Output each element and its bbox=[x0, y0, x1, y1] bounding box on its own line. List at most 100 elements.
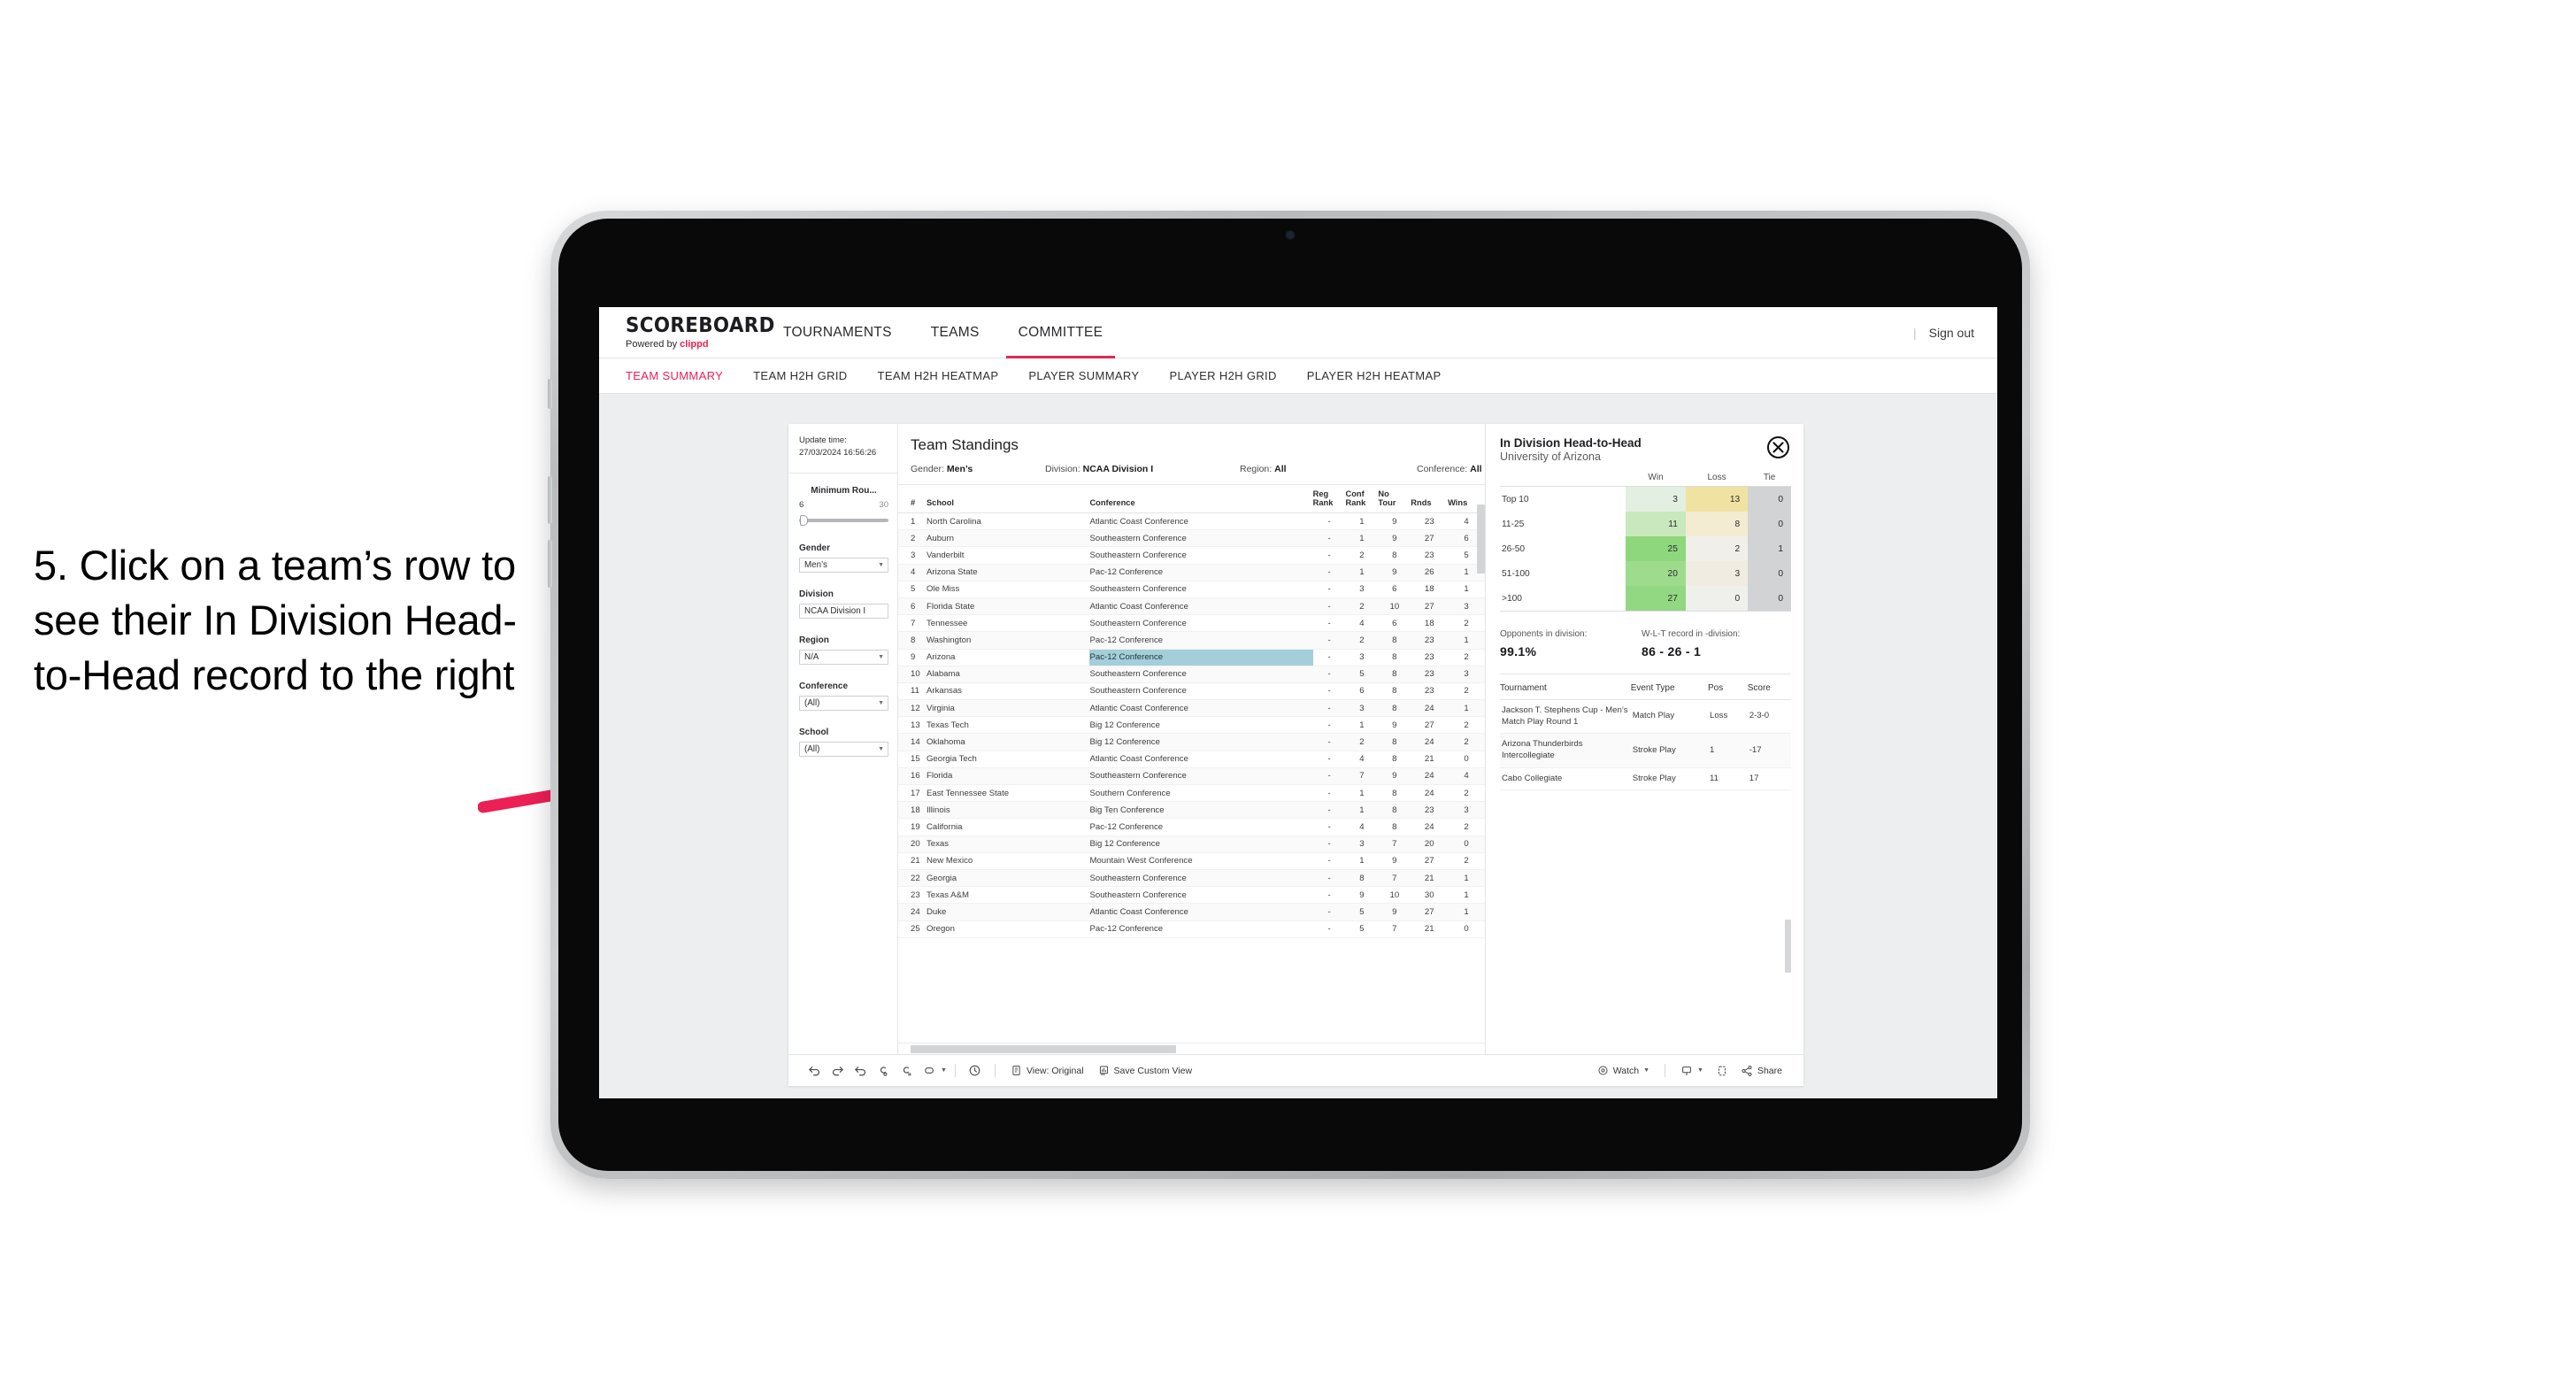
primary-nav: TOURNAMENTS TEAMS COMMITTEE bbox=[764, 307, 1122, 358]
device-layout-icon[interactable] bbox=[918, 1059, 941, 1082]
division-select[interactable]: NCAA Division I bbox=[799, 603, 888, 619]
refresh-icon[interactable] bbox=[872, 1059, 895, 1082]
nav-teams[interactable]: TEAMS bbox=[911, 307, 999, 358]
cell-no-tour: 8 bbox=[1378, 631, 1411, 650]
min-rounds-slider[interactable] bbox=[799, 514, 888, 527]
tab-player-h2h-grid[interactable]: PLAYER H2H GRID bbox=[1169, 369, 1276, 382]
tournament-row[interactable]: Jackson T. Stephens Cup - Men’s Match Pl… bbox=[1500, 699, 1791, 735]
table-row[interactable]: 25 Oregon Pac-12 Conference -5 7 21 0 bbox=[898, 920, 1485, 938]
table-row[interactable]: 8 Washington Pac-12 Conference -2 8 23 1 bbox=[898, 631, 1485, 650]
table-row[interactable]: 6 Florida State Atlantic Coast Conference -… bbox=[898, 597, 1485, 616]
pause-icon[interactable] bbox=[895, 1059, 918, 1082]
table-row[interactable]: 4 Arizona State Pac-12 Conference -1 9 26 1 bbox=[898, 564, 1485, 581]
th-reg-rank[interactable]: Reg Rank bbox=[1312, 485, 1346, 513]
cell-reg-rank: - bbox=[1312, 886, 1346, 905]
gender-select[interactable]: Men’s ▼ bbox=[799, 557, 888, 573]
cell-rank: 7 bbox=[898, 614, 927, 633]
th-school[interactable]: School bbox=[926, 485, 1090, 513]
watch-button[interactable]: Watch ▼ bbox=[1590, 1065, 1657, 1076]
app-logo[interactable]: SCOREBOARD Powered by clippd bbox=[599, 315, 774, 350]
share-button[interactable]: Share bbox=[1734, 1065, 1789, 1077]
h2h-panel: In Division Head-to-Head University of A… bbox=[1485, 424, 1803, 1054]
cell-school: Illinois bbox=[926, 801, 1090, 820]
th-tournament[interactable]: Tournament bbox=[1500, 683, 1631, 700]
th-conf-rank[interactable]: Conf Rank bbox=[1345, 485, 1379, 513]
region-select[interactable]: N/A ▼ bbox=[799, 649, 888, 665]
th-no-tour[interactable]: No Tour bbox=[1378, 485, 1411, 513]
cell-conf-rank: 8 bbox=[1345, 869, 1379, 888]
slider-handle[interactable] bbox=[800, 514, 808, 526]
h2h-th-tie: Tie bbox=[1748, 473, 1791, 487]
table-row[interactable]: 21 New Mexico Mountain West Conference -1 9 2… bbox=[898, 852, 1485, 870]
table-row[interactable]: 22 Georgia Southeastern Conference -8 7 21 1 bbox=[898, 869, 1485, 888]
undo-icon[interactable] bbox=[803, 1059, 826, 1082]
table-row[interactable]: 17 East Tennessee State Southern Conferenc… bbox=[898, 784, 1485, 803]
table-row[interactable]: 5 Ole Miss Southeastern Conference -3 6 18 1 bbox=[898, 581, 1485, 598]
table-row[interactable]: 16 Florida Southeastern Conference -7 9 24 4 bbox=[898, 767, 1485, 786]
sign-out-link[interactable]: Sign out bbox=[1929, 326, 1974, 340]
table-row[interactable]: 12 Virginia Atlantic Coast Conference -3 8 24… bbox=[898, 699, 1485, 718]
table-row[interactable]: 13 Texas Tech Big 12 Conference -1 9 27 2 bbox=[898, 716, 1485, 735]
th-score[interactable]: Score bbox=[1747, 683, 1791, 700]
filter-conference: Conference (All) ▼ bbox=[799, 681, 888, 711]
cell-rank: 25 bbox=[898, 920, 927, 938]
th-pos[interactable]: Pos bbox=[1707, 683, 1748, 700]
standings-body: 1 North Carolina Atlantic Coast Conference… bbox=[898, 512, 1485, 938]
cell-reg-rank: - bbox=[1312, 581, 1346, 598]
cell-conference: Southeastern Conference bbox=[1089, 767, 1313, 786]
table-row[interactable]: 23 Texas A&M Southeastern Conference -9 10 30… bbox=[898, 886, 1485, 905]
tab-player-summary[interactable]: PLAYER SUMMARY bbox=[1028, 369, 1139, 382]
tournaments-scrollbar[interactable] bbox=[1785, 920, 1791, 973]
tournament-row[interactable]: Arizona Thunderbirds Intercollegiate Stro… bbox=[1500, 733, 1791, 768]
cell-school: Arkansas bbox=[926, 682, 1090, 701]
tab-team-h2h-grid[interactable]: TEAM H2H GRID bbox=[753, 369, 847, 382]
cell-school: Florida State bbox=[926, 597, 1090, 616]
nav-tournaments[interactable]: TOURNAMENTS bbox=[764, 307, 911, 358]
table-horizontal-scroll-track[interactable] bbox=[898, 1043, 1485, 1054]
school-value: (All) bbox=[804, 743, 820, 754]
table-row[interactable]: 19 California Pac-12 Conference -4 8 24 2 bbox=[898, 818, 1485, 836]
redo-icon[interactable] bbox=[826, 1059, 849, 1082]
table-row[interactable]: 3 Vanderbilt Southeastern Conference -2 8 23 5 bbox=[898, 546, 1485, 565]
save-custom-view-button[interactable]: Save Custom View bbox=[1091, 1065, 1200, 1076]
cell-rnds: 23 bbox=[1411, 666, 1449, 683]
th-no-tour-l2: Tour bbox=[1378, 498, 1396, 507]
revert-icon[interactable] bbox=[849, 1059, 872, 1082]
comment-button[interactable]: ▼ bbox=[1673, 1065, 1711, 1077]
table-row[interactable]: 14 Oklahoma Big 12 Conference -2 8 24 2 bbox=[898, 733, 1485, 751]
clock-icon[interactable] bbox=[964, 1059, 987, 1082]
view-original-button[interactable]: View: Original bbox=[1003, 1065, 1091, 1076]
min-rounds-min: 6 bbox=[799, 499, 804, 510]
table-row[interactable]: 24 Duke Atlantic Coast Conference -5 9 27 1 bbox=[898, 903, 1485, 921]
table-row[interactable]: 2 Auburn Southeastern Conference -1 9 27 6 bbox=[898, 529, 1485, 548]
table-row[interactable]: 10 Alabama Southeastern Conference -5 8 23 3 bbox=[898, 666, 1485, 683]
close-icon[interactable] bbox=[1767, 436, 1789, 458]
table-horizontal-scroll-thumb[interactable] bbox=[911, 1045, 1176, 1053]
conference-select[interactable]: (All) ▼ bbox=[799, 695, 888, 711]
device-preview-icon[interactable] bbox=[1711, 1059, 1734, 1082]
tournaments-header-row: Tournament Event Type Pos Score bbox=[1500, 683, 1791, 700]
th-conference[interactable]: Conference bbox=[1089, 485, 1313, 513]
table-row[interactable]: 18 Illinois Big Ten Conference -1 8 23 3 bbox=[898, 801, 1485, 820]
nav-committee[interactable]: COMMITTEE bbox=[999, 307, 1123, 358]
gender-value: Men’s bbox=[804, 559, 827, 570]
table-vertical-scrollbar[interactable] bbox=[1477, 504, 1485, 574]
tab-team-h2h-heatmap[interactable]: TEAM H2H HEATMAP bbox=[878, 369, 999, 382]
chevron-down-icon[interactable]: ▼ bbox=[941, 1067, 947, 1074]
table-row[interactable]: 9 Arizona Pac-12 Conference -3 8 23 2 bbox=[898, 649, 1485, 666]
th-event-type[interactable]: Event Type bbox=[1630, 683, 1708, 700]
table-row[interactable]: 1 North Carolina Atlantic Coast Conference… bbox=[898, 512, 1485, 531]
school-select[interactable]: (All) ▼ bbox=[799, 741, 888, 757]
th-rnds[interactable]: Rnds bbox=[1411, 485, 1449, 513]
table-row[interactable]: 7 Tennessee Southeastern Conference -4 6 18 2 bbox=[898, 614, 1485, 633]
cell-conf-rank: 5 bbox=[1345, 920, 1379, 938]
tab-team-summary[interactable]: TEAM SUMMARY bbox=[626, 369, 723, 382]
table-row[interactable]: 20 Texas Big 12 Conference -3 7 20 0 bbox=[898, 835, 1485, 853]
meta-gender-label: Gender: bbox=[911, 464, 947, 474]
table-row[interactable]: 11 Arkansas Southeastern Conference -6 8 23 2 bbox=[898, 682, 1485, 701]
tournament-row[interactable]: Cabo Collegiate Stroke Play 11 17 bbox=[1500, 767, 1791, 791]
table-row[interactable]: 15 Georgia Tech Atlantic Coast Conference -… bbox=[898, 751, 1485, 768]
th-rank[interactable]: # bbox=[898, 485, 927, 513]
h2h-loss-cell: 13 bbox=[1685, 486, 1749, 512]
tab-player-h2h-heatmap[interactable]: PLAYER H2H HEATMAP bbox=[1307, 369, 1442, 382]
